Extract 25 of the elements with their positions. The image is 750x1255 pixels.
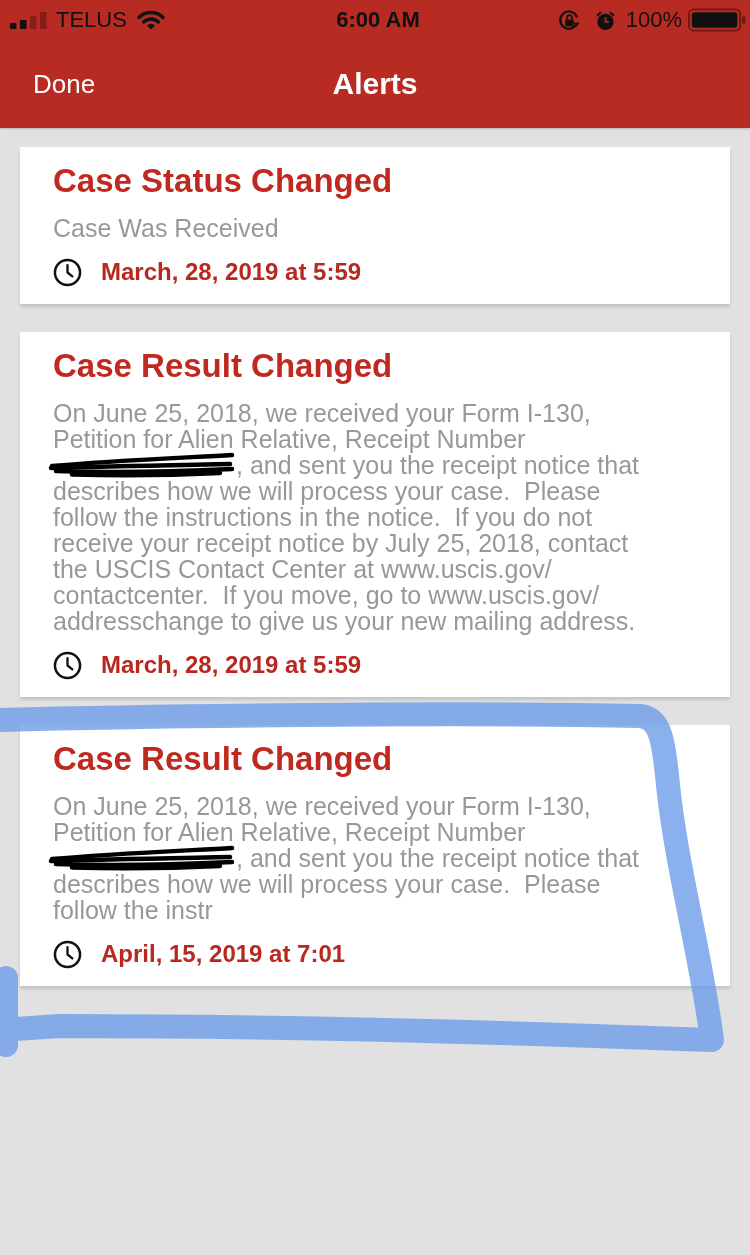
alert-message: On June 25, 2018, we received your Form I-130, Petition for Alien Relative, Receipt Number , and sent you the receipt notice that describes how we will process your case. Please follow the instr bbox=[53, 793, 670, 923]
alert-card[interactable] bbox=[20, 725, 730, 986]
done-button[interactable]: Done bbox=[33, 68, 96, 100]
clock-icon bbox=[53, 650, 82, 680]
clock-icon bbox=[53, 257, 82, 287]
status-time: 6:00 AM bbox=[336, 7, 420, 33]
alert-title: Case Status Changed bbox=[53, 161, 394, 201]
carrier-name: TELUS bbox=[56, 7, 127, 33]
alert-timestamp: April, 15, 2019 at 7:01 bbox=[101, 940, 346, 968]
battery-percent: 100% bbox=[625, 7, 682, 33]
screen-title: Alerts bbox=[332, 67, 418, 101]
alert-timestamp: March, 28, 2019 at 5:59 bbox=[101, 258, 362, 286]
signal-icon bbox=[10, 11, 48, 29]
alert-title: Case Result Changed bbox=[53, 346, 394, 386]
alert-message: On June 25, 2018, we received your Form I-130, Petition for Alien Relative, Receipt Number , and sent you the receipt notice that describes how we will process your case. Please follow the instructions in the notice. If you do not receive your receipt notice by July 25, 2018, contact the USCIS Contact Center at www.uscis.gov/contactcenter. If you move, go to www.uscis.gov/addresschange to give us your new mailing address. bbox=[53, 400, 670, 634]
rotation-lock-icon bbox=[557, 8, 581, 32]
alert-timestamp: March, 28, 2019 at 5:59 bbox=[101, 651, 362, 679]
alarm-clock-icon bbox=[594, 9, 616, 31]
alert-card[interactable] bbox=[20, 332, 730, 697]
alert-title: Case Result Changed bbox=[53, 739, 394, 779]
wifi-icon bbox=[136, 10, 165, 30]
alert-card[interactable]: Case Status Changed Case Was Received March, 28, 2019 at 5:59 bbox=[20, 147, 730, 304]
alert-message: Case Was Received bbox=[53, 215, 280, 241]
clock-icon bbox=[53, 939, 82, 969]
battery-icon bbox=[688, 8, 746, 32]
